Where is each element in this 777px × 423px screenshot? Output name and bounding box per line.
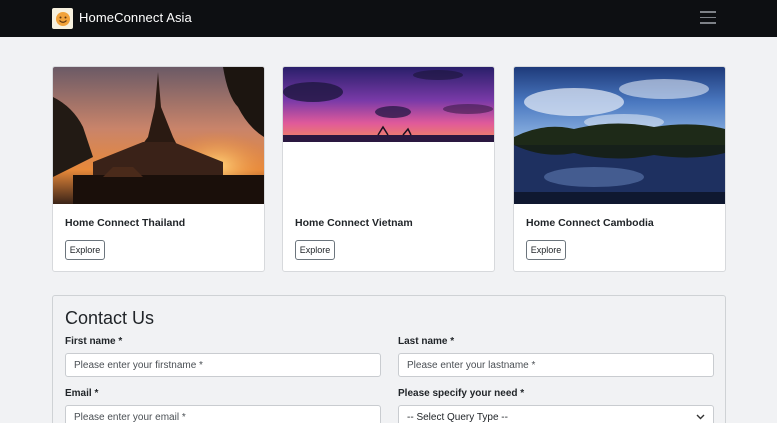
card-vietnam: Home Connect Vietnam Explore	[282, 66, 495, 272]
brand-logo-icon[interactable]	[52, 8, 73, 29]
cambodia-lake-image	[514, 67, 725, 204]
card-title: Home Connect Vietnam	[295, 217, 413, 229]
explore-button[interactable]: Explore	[65, 240, 105, 260]
contact-title: Contact Us	[65, 308, 155, 328]
chevron-down-icon	[696, 412, 705, 423]
menu-toggle-icon[interactable]	[700, 11, 716, 25]
card-cambodia: Home Connect Cambodia Explore	[513, 66, 726, 272]
card-thailand: Home Connect Thailand Explore	[52, 66, 265, 272]
brand-name[interactable]: HomeConnect Asia	[79, 10, 192, 25]
need-label: Please specify your need *	[398, 388, 525, 399]
email-input[interactable]	[65, 405, 381, 423]
vietnam-sunset-image	[283, 67, 494, 142]
card-title: Home Connect Cambodia	[526, 217, 654, 229]
last-name-input[interactable]	[398, 353, 714, 377]
top-navbar: HomeConnect Asia	[0, 0, 777, 37]
query-type-select[interactable]: -- Select Query Type --	[398, 405, 714, 423]
last-name-label: Last name *	[398, 336, 455, 347]
contact-form-panel: Contact Us First name * Last name * Emai…	[52, 295, 726, 423]
first-name-input[interactable]	[65, 353, 381, 377]
explore-button[interactable]: Explore	[295, 240, 335, 260]
first-name-label: First name *	[65, 336, 123, 347]
email-label: Email *	[65, 388, 99, 399]
query-type-selected: -- Select Query Type --	[407, 411, 508, 423]
card-title: Home Connect Thailand	[65, 217, 186, 229]
thailand-temple-image	[53, 67, 264, 204]
explore-button[interactable]: Explore	[526, 240, 566, 260]
